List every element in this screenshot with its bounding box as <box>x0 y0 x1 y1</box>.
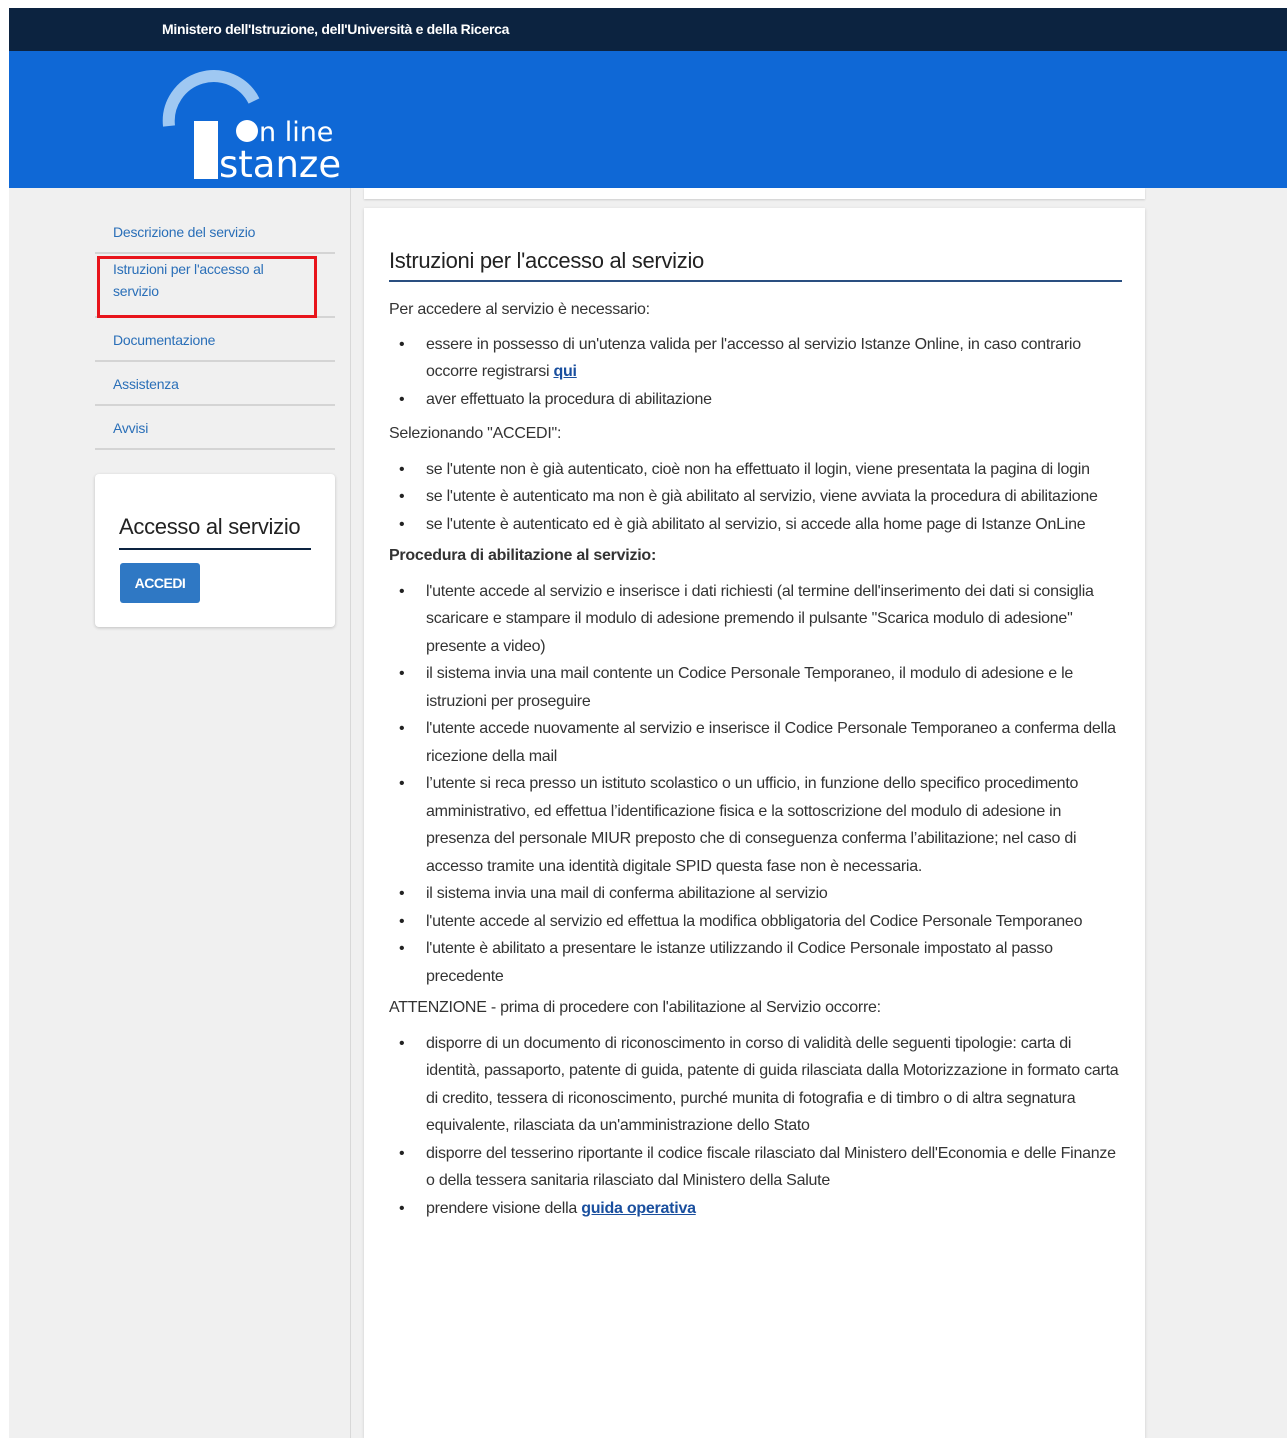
logo-line2: stanze <box>219 143 341 186</box>
sidebar-item-istruzioni[interactable]: Istruzioni per l'accesso al servizio <box>95 254 335 318</box>
list-item: se l'utente è autenticato ed è già abili… <box>399 511 1122 539</box>
accedi-button[interactable]: ACCEDI <box>120 563 200 603</box>
access-panel: Accesso al servizio ACCEDI <box>95 474 335 627</box>
list-item: prendere visione della guida operativa <box>399 1195 1122 1223</box>
sidebar-item-descrizione[interactable]: Descrizione del servizio <box>95 210 335 254</box>
list-item: l'utente accede al servizio ed effettua … <box>399 908 1122 936</box>
list-item-text: aver effettuato la procedura di abilitaz… <box>426 390 712 408</box>
list-item: essere in possesso di un'utenza valida p… <box>399 331 1122 386</box>
sidebar-item-label: Avvisi <box>113 420 149 436</box>
list-item: aver effettuato la procedura di abilitaz… <box>399 386 1122 414</box>
list-item: il sistema invia una mail contente un Co… <box>399 660 1122 715</box>
main-content-card: Istruzioni per l'accesso al servizio Per… <box>364 208 1145 1438</box>
sidebar-item-documentazione[interactable]: Documentazione <box>95 318 335 362</box>
select-list: se l'utente non è già autenticato, cioè … <box>389 456 1122 539</box>
access-panel-title: Accesso al servizio <box>119 514 301 539</box>
column-divider <box>350 188 351 1438</box>
ministry-bar: Ministero dell'Istruzione, dell'Universi… <box>9 8 1287 51</box>
list-item-text: disporre di un documento di riconoscimen… <box>426 1034 1119 1135</box>
attention-list: disporre di un documento di riconoscimen… <box>389 1030 1122 1223</box>
guida-operativa-link[interactable]: guida operativa <box>581 1200 696 1217</box>
list-item-text: disporre del tesserino riportante il cod… <box>426 1144 1116 1190</box>
list-item-text: prendere visione della <box>426 1199 582 1217</box>
procedure-title: Procedura di abilitazione al servizio: <box>389 547 657 564</box>
sidebar-item-label: Descrizione del servizio <box>113 224 256 240</box>
sidebar-item-label: Assistenza <box>113 376 179 392</box>
list-item: se l'utente è autenticato ma non è già a… <box>399 483 1122 511</box>
list-item: il sistema invia una mail di conferma ab… <box>399 880 1122 908</box>
content-top-strip <box>364 188 1145 199</box>
sidebar-item-assistenza[interactable]: Assistenza <box>95 362 335 406</box>
highlight-box <box>97 256 317 318</box>
sidebar-nav: Descrizione del servizio Istruzioni per … <box>95 210 335 450</box>
select-intro: Selezionando "ACCEDI": <box>389 425 562 442</box>
list-item: disporre del tesserino riportante il cod… <box>399 1140 1122 1195</box>
istanze-online-logo[interactable]: n line stanze <box>149 61 349 186</box>
intro-text: Per accedere al servizio è necessario: <box>389 301 650 318</box>
list-item: l'utente accede al servizio e inserisce … <box>399 578 1122 661</box>
list-item: se l'utente non è già autenticato, cioè … <box>399 456 1122 484</box>
access-title-underline <box>119 548 311 550</box>
procedure-list: l'utente accede al servizio e inserisce … <box>389 578 1122 991</box>
sidebar-item-label: Documentazione <box>113 332 216 348</box>
list-item: l'utente accede nuovamente al servizio e… <box>399 715 1122 770</box>
register-link[interactable]: qui <box>553 363 577 380</box>
logo-arc-icon: n line stanze <box>162 70 341 186</box>
sidebar-item-avvisi[interactable]: Avvisi <box>95 406 335 450</box>
ministry-title: Ministero dell'Istruzione, dell'Universi… <box>162 21 510 37</box>
list-item: disporre di un documento di riconoscimen… <box>399 1030 1122 1140</box>
attention-intro: ATTENZIONE - prima di procedere con l'ab… <box>389 999 881 1016</box>
list-item: l'utente è abilitato a presentare le ist… <box>399 935 1122 990</box>
requirements-list: essere in possesso di un'utenza valida p… <box>389 331 1122 414</box>
list-item-text: essere in possesso di un'utenza valida p… <box>426 335 1081 381</box>
site-header: n line stanze <box>9 51 1287 188</box>
list-item: l’utente si reca presso un istituto scol… <box>399 770 1122 880</box>
page-title: Istruzioni per l'accesso al servizio <box>389 248 1122 282</box>
